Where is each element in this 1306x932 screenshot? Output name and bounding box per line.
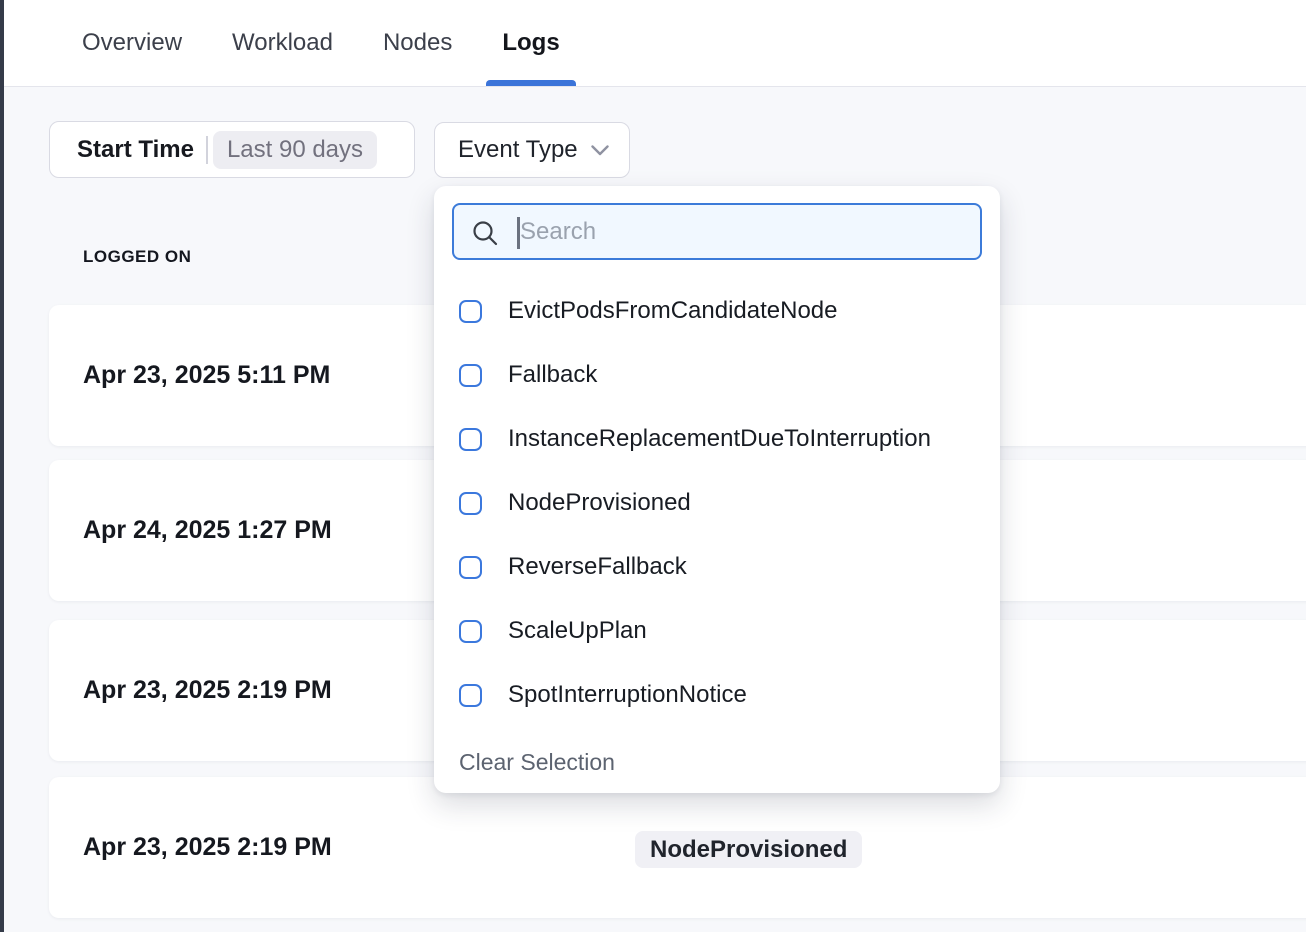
event-type-filter-button[interactable]: Event Type — [434, 122, 630, 178]
clear-selection-button[interactable]: Clear Selection — [459, 749, 615, 776]
option-reversefallback[interactable]: ReverseFallback — [452, 535, 982, 599]
tab-nodes[interactable]: Nodes — [383, 0, 452, 86]
option-label: InstanceReplacementDueToInterruption — [508, 425, 931, 453]
option-instancereplacementduetointerruption[interactable]: InstanceReplacementDueToInterruption — [452, 407, 982, 471]
option-label: EvictPodsFromCandidateNode — [508, 297, 838, 325]
tab-bar: Overview Workload Nodes Logs — [4, 0, 1306, 87]
tab-workload[interactable]: Workload — [232, 0, 333, 86]
checkbox-icon[interactable] — [459, 684, 482, 707]
active-tab-underline — [486, 80, 575, 86]
checkbox-icon[interactable] — [459, 428, 482, 451]
start-time-filter-value[interactable]: Last 90 days — [213, 131, 377, 169]
checkbox-icon[interactable] — [459, 364, 482, 387]
option-label: SpotInterruptionNotice — [508, 681, 747, 709]
logged-on-cell: Apr 23, 2025 2:19 PM — [83, 676, 332, 705]
log-table-row[interactable]: Apr 23, 2025 2:19 PM NodeProvisioned — [49, 777, 1306, 918]
option-label: ReverseFallback — [508, 553, 687, 581]
option-nodeprovisioned[interactable]: NodeProvisioned — [452, 471, 982, 535]
option-label: NodeProvisioned — [508, 489, 691, 517]
start-time-filter[interactable]: Start Time Last 90 days — [49, 121, 415, 178]
tab-logs[interactable]: Logs — [502, 0, 559, 86]
option-evictpodsfromcandidatenode[interactable]: EvictPodsFromCandidateNode — [452, 279, 982, 343]
tabs: Overview Workload Nodes Logs — [82, 0, 560, 86]
chevron-down-icon — [591, 145, 609, 156]
option-scaleupplan[interactable]: ScaleUpPlan — [452, 599, 982, 663]
checkbox-icon[interactable] — [459, 620, 482, 643]
filter-divider — [206, 136, 208, 164]
collapsed-sidebar-edge — [0, 0, 4, 932]
event-type-filter-label: Event Type — [458, 136, 578, 164]
logged-on-cell: Apr 23, 2025 5:11 PM — [83, 361, 330, 390]
option-label: Fallback — [508, 361, 597, 389]
event-type-dropdown: EvictPodsFromCandidateNode Fallback Inst… — [434, 186, 1000, 793]
logs-page: Start Time Last 90 days Event Type LOGGE… — [4, 87, 1306, 932]
checkbox-icon[interactable] — [459, 492, 482, 515]
option-label: ScaleUpPlan — [508, 617, 647, 645]
event-type-option-list: EvictPodsFromCandidateNode Fallback Inst… — [452, 279, 982, 727]
option-fallback[interactable]: Fallback — [452, 343, 982, 407]
tab-overview[interactable]: Overview — [82, 0, 182, 86]
checkbox-icon[interactable] — [459, 556, 482, 579]
start-time-filter-label: Start Time — [77, 136, 194, 164]
event-type-badge: NodeProvisioned — [635, 831, 862, 868]
checkbox-icon[interactable] — [459, 300, 482, 323]
tab-logs-label: Logs — [502, 29, 559, 57]
dropdown-search-box[interactable] — [452, 203, 982, 260]
logged-on-cell: Apr 23, 2025 2:19 PM — [83, 833, 332, 862]
search-input[interactable] — [454, 205, 980, 258]
logged-on-cell: Apr 24, 2025 1:27 PM — [83, 516, 332, 545]
option-spotinterruptionnotice[interactable]: SpotInterruptionNotice — [452, 663, 982, 727]
column-header-logged-on: LOGGED ON — [83, 247, 191, 267]
